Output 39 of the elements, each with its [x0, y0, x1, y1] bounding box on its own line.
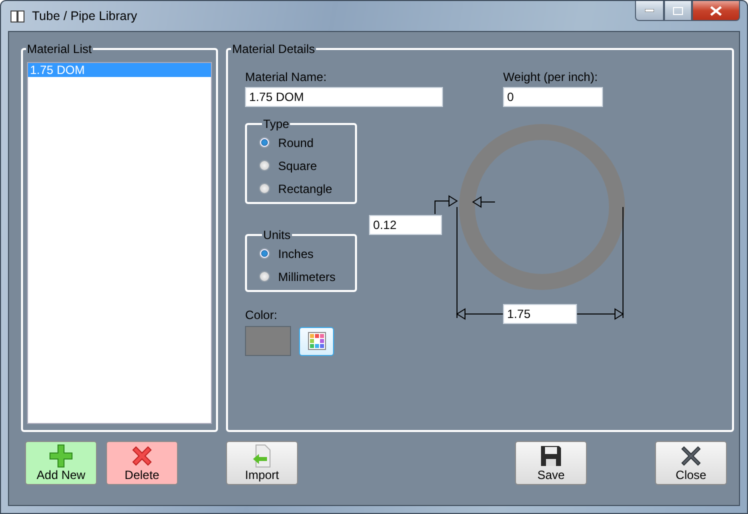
- field-label: Color:: [245, 308, 278, 322]
- panel-title: Material List: [26, 42, 93, 56]
- window-title: Tube / Pipe Library: [32, 9, 138, 23]
- radio-button[interactable]: Rectangle: [259, 181, 356, 196]
- x-icon: [130, 444, 154, 468]
- dimension-arrow: [456, 308, 504, 320]
- books-icon: [10, 8, 26, 24]
- close-button[interactable]: [692, 1, 740, 21]
- field-label: Weight (per inch):: [503, 70, 599, 84]
- radio-button[interactable]: Round: [259, 135, 356, 150]
- close-icon: [710, 6, 722, 16]
- material-name-field[interactable]: 1.75 DOM: [245, 87, 444, 107]
- color-swatch: [245, 326, 292, 356]
- add-button[interactable]: Add New: [25, 441, 97, 485]
- maximize-button[interactable]: [664, 1, 692, 21]
- dimension-arrow: [576, 308, 624, 320]
- minimize-button[interactable]: [635, 1, 664, 21]
- field-label: Material Name:: [245, 70, 328, 84]
- panel-title: Material Details: [231, 42, 316, 56]
- group-title: Type: [262, 117, 290, 131]
- diameter-field[interactable]: 1.75: [503, 304, 578, 324]
- import-button[interactable]: Import: [226, 441, 298, 485]
- save-button[interactable]: Save: [515, 441, 587, 485]
- radio-button[interactable]: Inches: [259, 246, 356, 261]
- group-title: Units: [262, 228, 292, 242]
- weight-field[interactable]: 0: [503, 87, 604, 107]
- minimize-icon: [645, 9, 654, 12]
- delete-button[interactable]: Delete: [106, 441, 178, 485]
- arrow-drawing: [472, 196, 496, 208]
- maximize-icon: [673, 6, 683, 14]
- palette-grid-icon: [308, 332, 326, 350]
- color-picker-button[interactable]: [299, 326, 334, 356]
- close-button[interactable]: Close: [655, 441, 727, 485]
- radio-button[interactable]: Square: [259, 158, 356, 173]
- plus-icon: [49, 444, 73, 468]
- leader-line: [434, 195, 458, 214]
- radio-button[interactable]: Millimeters: [259, 269, 356, 284]
- close-icon: [679, 444, 703, 468]
- wall-thickness-field[interactable]: 0.12: [369, 215, 442, 235]
